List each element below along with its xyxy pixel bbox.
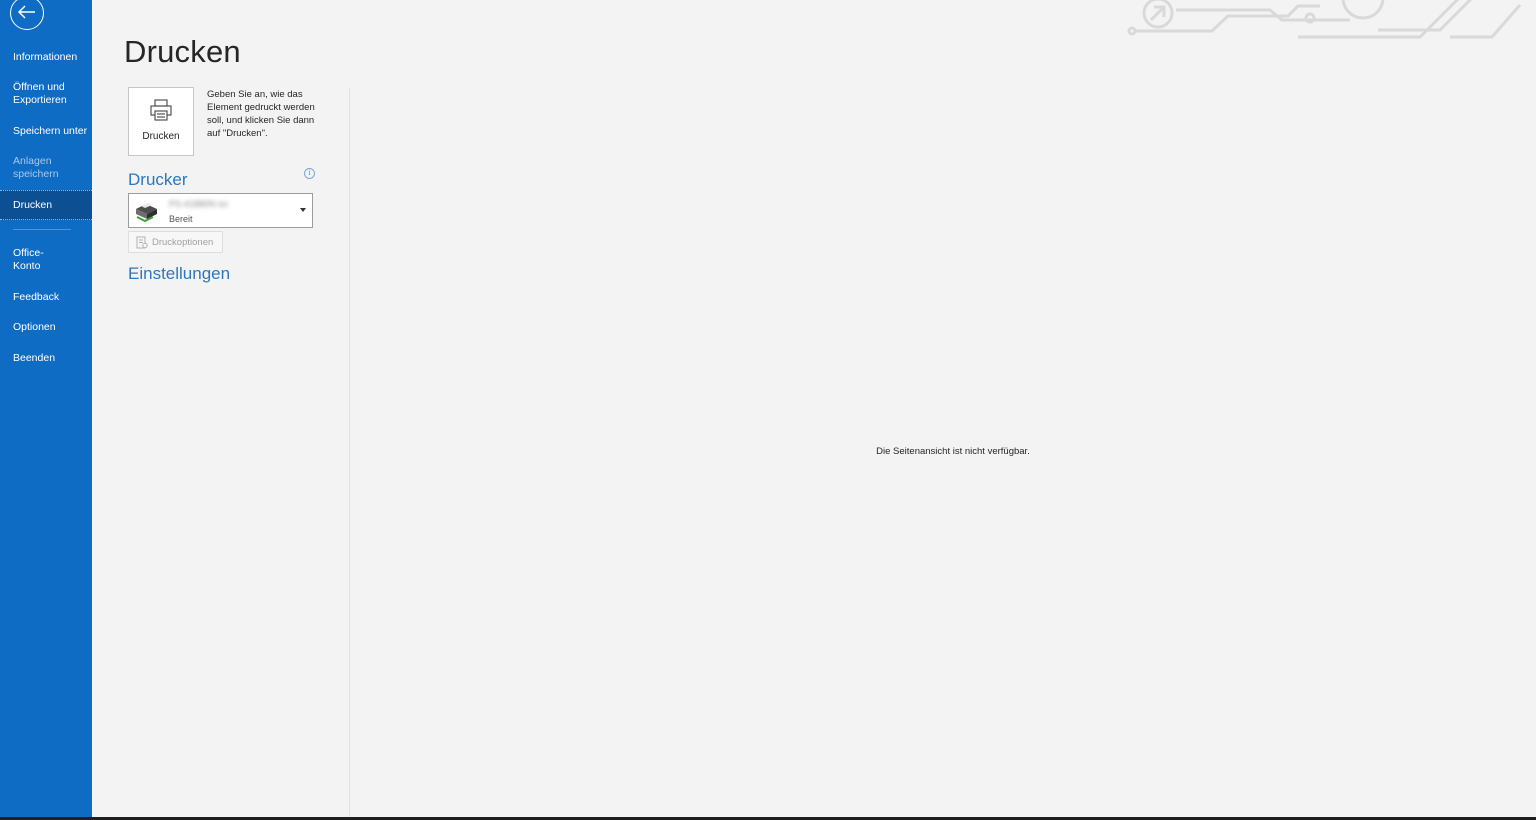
sidebar-item-label: Feedback (13, 291, 60, 303)
sidebar-item-label: Speichern unter (13, 125, 88, 137)
print-button[interactable]: Drucken (128, 87, 194, 156)
page-title: Drucken (124, 34, 241, 69)
backstage-view: Informationen Öffnen und Exportieren Spe… (0, 0, 1536, 820)
sidebar-item-anlagen-speichern: Anlagen speichern (0, 155, 70, 181)
sidebar-item-label: Drucken (13, 199, 53, 211)
sidebar-item-speichern-unter[interactable]: Speichern unter (0, 125, 92, 138)
sidebar-item-informationen[interactable]: Informationen (0, 51, 92, 64)
sidebar-item-feedback[interactable]: Feedback (0, 291, 92, 304)
sidebar-item-label: Informationen (13, 51, 78, 63)
sidebar-item-label: Öffnen und Exportieren (13, 81, 67, 106)
printer-device-icon (136, 203, 157, 222)
sidebar-item-label: Office-Konto (13, 247, 44, 272)
back-button[interactable] (10, 0, 44, 30)
chevron-down-icon (300, 208, 306, 212)
printer-heading: Drucker (128, 170, 188, 189)
printer-name: PS-41880N on (169, 199, 229, 209)
circuit-decoration-icon (1127, 0, 1522, 39)
printer-icon (150, 99, 172, 121)
print-options-icon (136, 236, 148, 249)
sidebar-item-office-konto[interactable]: Office-Konto (0, 247, 60, 273)
backstage-sidebar: Informationen Öffnen und Exportieren Spe… (0, 0, 92, 820)
printer-status: Bereit (169, 214, 193, 224)
sidebar-item-label: Beenden (13, 352, 56, 364)
sidebar-item-beenden[interactable]: Beenden (0, 352, 92, 365)
print-options-label: Druckoptionen (152, 237, 214, 248)
printer-select[interactable]: PS-41880N on Bereit (128, 193, 313, 228)
sidebar-item-label: Optionen (13, 321, 56, 333)
sidebar-item-drucken[interactable]: Drucken (0, 190, 92, 220)
print-description: Geben Sie an, wie das Element gedruckt w… (207, 89, 315, 139)
sidebar-item-label: Anlagen speichern (13, 155, 59, 180)
preview-unavailable-message: Die Seitenansicht ist nicht verfügbar. (876, 446, 1030, 457)
info-icon[interactable]: i (304, 168, 315, 179)
sidebar-item-oeffnen-exportieren[interactable]: Öffnen und Exportieren (0, 81, 80, 107)
sidebar-separator (13, 229, 71, 230)
print-button-label: Drucken (142, 131, 180, 142)
sidebar-item-optionen[interactable]: Optionen (0, 321, 92, 334)
arrow-left-icon (17, 5, 35, 19)
settings-heading: Einstellungen (128, 264, 231, 283)
print-options-button[interactable]: Druckoptionen (128, 231, 223, 253)
